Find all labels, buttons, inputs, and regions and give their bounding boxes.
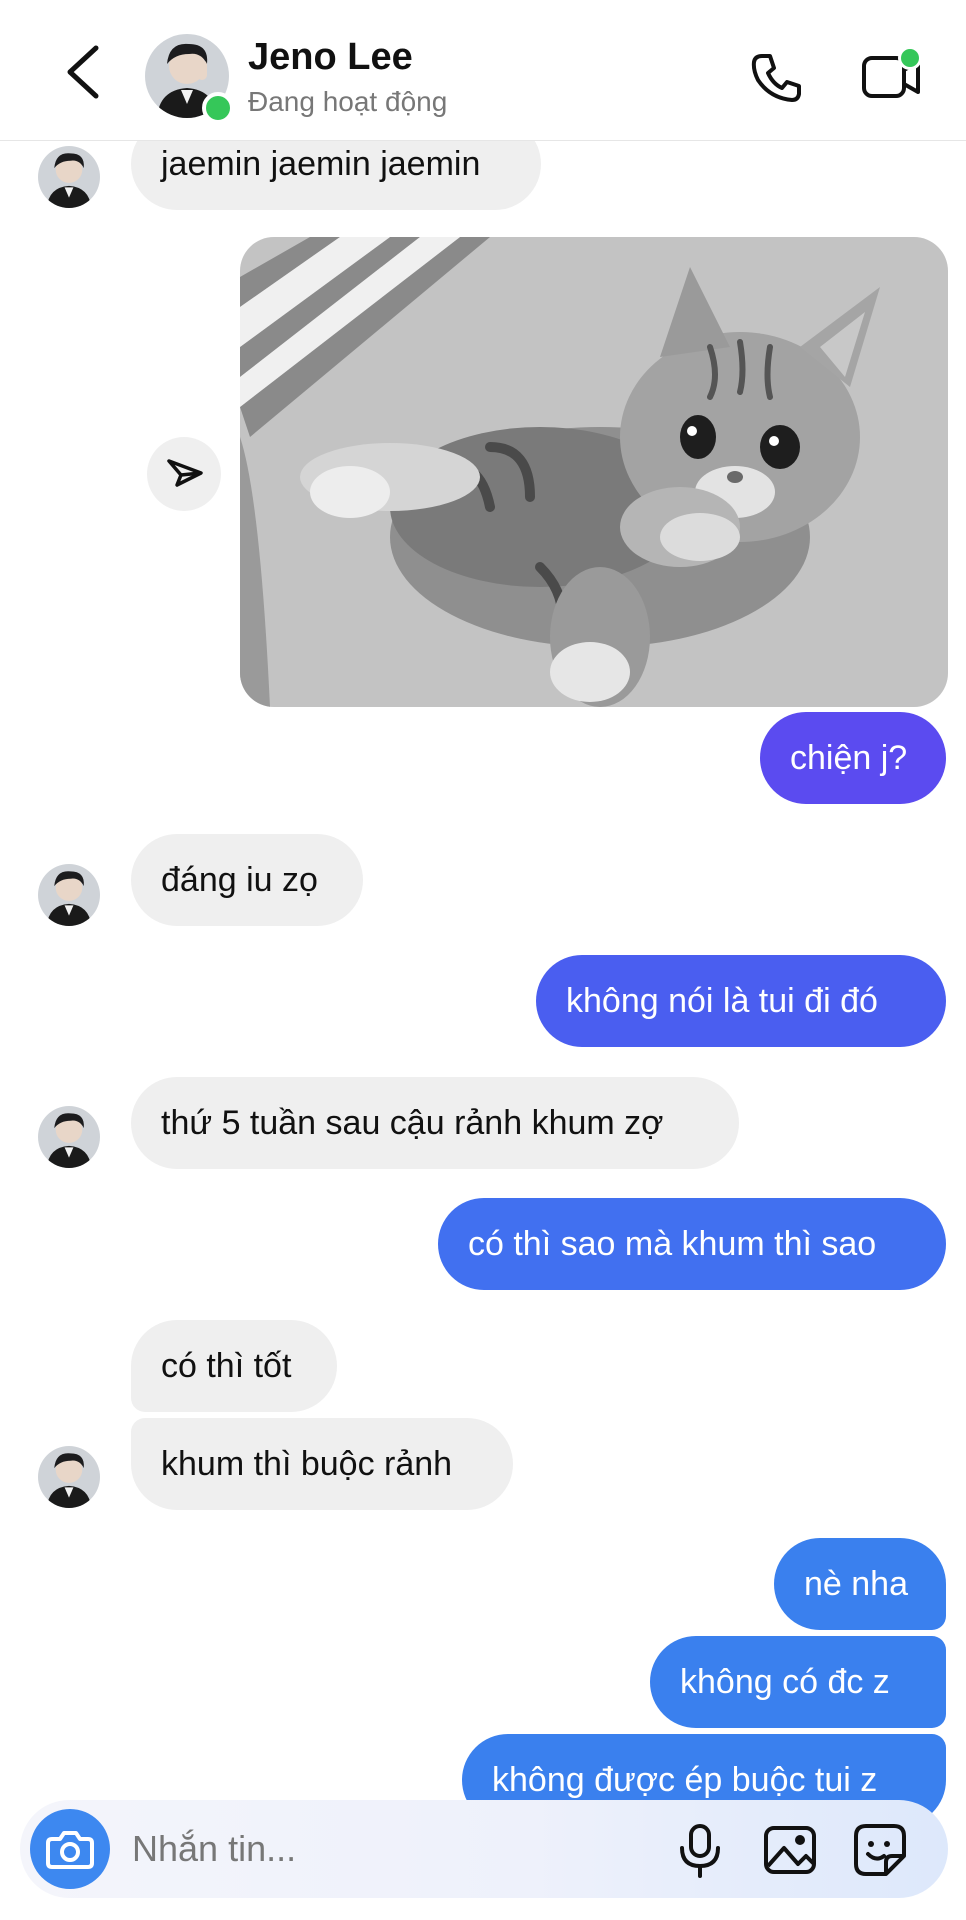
message-bubble-incoming[interactable]: khum thì buộc rảnh xyxy=(131,1418,513,1510)
message-bubble-incoming[interactable]: thứ 5 tuần sau cậu rảnh khum zợ xyxy=(131,1077,739,1169)
contact-name[interactable]: Jeno Lee xyxy=(248,36,413,79)
chat-header: Jeno Lee Đang hoạt động xyxy=(0,0,966,141)
image-icon[interactable] xyxy=(762,1822,818,1878)
phone-icon[interactable] xyxy=(748,50,804,106)
message-text: không được ép buộc tui z xyxy=(492,1761,878,1799)
share-button[interactable] xyxy=(147,437,221,511)
camera-button[interactable] xyxy=(30,1809,110,1889)
message-text: chiện j? xyxy=(790,739,908,777)
message-bubble-outgoing[interactable]: không nói là tui đi đó xyxy=(536,955,946,1047)
photo-message[interactable] xyxy=(240,237,948,707)
message-text: khum thì buộc rảnh xyxy=(161,1445,453,1483)
contact-avatar-small[interactable] xyxy=(38,1106,100,1168)
message-text: có thì sao mà khum thì sao xyxy=(468,1225,877,1263)
message-bubble-outgoing[interactable]: không có đc z xyxy=(650,1636,946,1728)
contact-status: Đang hoạt động xyxy=(248,86,448,117)
message-bubble-outgoing[interactable]: có thì sao mà khum thì sao xyxy=(438,1198,946,1290)
sticker-icon[interactable] xyxy=(852,1822,908,1878)
message-text: nè nha xyxy=(804,1565,908,1603)
message-text: đáng iu zọ xyxy=(161,861,318,899)
microphone-icon[interactable] xyxy=(672,1822,728,1878)
message-input[interactable]: Nhắn tin... xyxy=(132,1800,512,1898)
contact-avatar-small[interactable] xyxy=(38,1446,100,1508)
camera-icon xyxy=(46,1831,94,1869)
message-bubble-incoming[interactable]: có thì tốt xyxy=(131,1320,337,1412)
back-chevron-icon[interactable] xyxy=(58,42,110,102)
message-text: không có đc z xyxy=(680,1663,890,1701)
send-icon xyxy=(167,459,203,487)
message-text: thứ 5 tuần sau cậu rảnh khum zợ xyxy=(161,1104,664,1142)
online-status-dot xyxy=(202,92,234,124)
contact-avatar-small[interactable] xyxy=(38,864,100,926)
video-active-dot xyxy=(898,46,922,70)
message-text: có thì tốt xyxy=(161,1347,292,1385)
message-composer[interactable]: Nhắn tin... xyxy=(20,1800,948,1898)
message-bubble-outgoing[interactable]: nè nha xyxy=(774,1538,946,1630)
message-bubble-outgoing[interactable]: chiện j? xyxy=(760,712,946,804)
message-text: không nói là tui đi đó xyxy=(566,982,878,1020)
message-bubble-incoming[interactable]: đáng iu zọ xyxy=(131,834,363,926)
contact-avatar-small[interactable] xyxy=(38,146,100,208)
message-text: jaemin jaemin jaemin xyxy=(161,145,481,183)
